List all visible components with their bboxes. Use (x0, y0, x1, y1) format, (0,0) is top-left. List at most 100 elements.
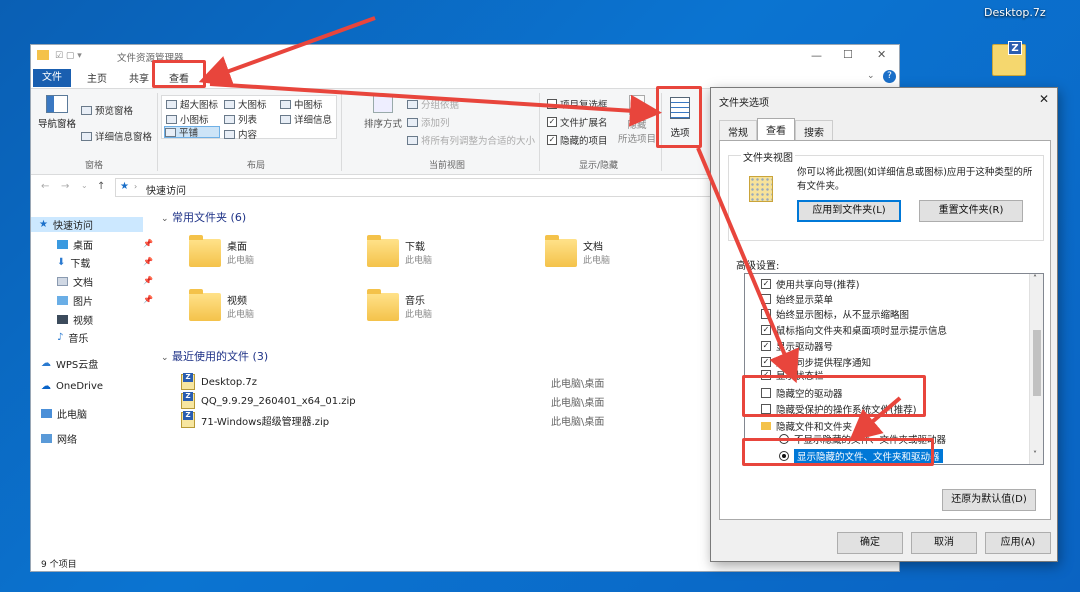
pane-group-label: 窗格 (85, 161, 104, 171)
advanced-settings-list[interactable]: ✓ 使用共享向导(推荐) 始终显示菜单 始终显示图标，从不显示缩略图 ✓ 鼠标指向文… (744, 273, 1044, 465)
archive-icon (181, 392, 195, 409)
chevron-down-icon: ⌄ (161, 214, 169, 224)
nav-documents[interactable]: 文档 (57, 274, 93, 289)
ribbon-separator (157, 93, 158, 171)
folder-tile-music[interactable]: 音乐 此电脑 (367, 289, 527, 329)
apply-button[interactable]: 应用(A) (985, 532, 1051, 554)
help-icon[interactable]: ? (883, 70, 896, 83)
sort-by-button[interactable]: 排序方式 (361, 95, 405, 139)
pin-icon: 📌 (143, 239, 153, 248)
tab-share[interactable]: 共享 (129, 70, 149, 85)
folder-icon (367, 289, 399, 321)
folder-tile-desktop[interactable]: 桌面 此电脑 (189, 235, 349, 275)
recent-files-header[interactable]: ⌄ 最近使用的文件 (3) (161, 348, 268, 364)
item-checkboxes-toggle[interactable]: 项目复选框 (547, 97, 608, 111)
up-icon[interactable]: ↑ (97, 181, 105, 192)
maximize-icon[interactable]: ☐ (843, 48, 853, 61)
network-icon (41, 434, 52, 443)
minimize-icon[interactable]: — (811, 49, 822, 62)
tab-search[interactable]: 搜索 (795, 120, 833, 140)
setting-row[interactable]: 始终显示菜单 (761, 291, 1041, 306)
layout-small-icons[interactable]: 小图标 (166, 112, 209, 126)
quick-access-toolbar[interactable]: ☑ ▢ ▾ (55, 51, 82, 61)
hide-selected-button[interactable]: 隐藏 所选项目 (615, 95, 659, 145)
star-icon: ★ (120, 181, 129, 192)
nav-videos[interactable]: 视频 (57, 312, 93, 327)
nav-pictures[interactable]: 图片 (57, 293, 93, 308)
pin-icon: 📌 (143, 257, 153, 266)
cancel-button[interactable]: 取消 (911, 532, 977, 554)
details-pane-button[interactable]: 详细信息窗格 (81, 129, 152, 143)
frequent-folders-header[interactable]: ⌄ 常用文件夹 (6) (161, 209, 246, 225)
archive-icon (181, 373, 195, 390)
nav-desktop[interactable]: 桌面 (57, 237, 93, 252)
scroll-thumb[interactable] (1033, 330, 1041, 396)
setting-row[interactable]: ✓ 显示同步提供程序通知 (761, 354, 1041, 369)
breadcrumb: 快速访问 (146, 186, 186, 197)
setting-row[interactable]: 始终显示图标，从不显示缩略图 (761, 306, 1041, 321)
tab-general[interactable]: 常规 (719, 120, 757, 140)
setting-row[interactable]: ✓ 显示驱动器号 (761, 338, 1041, 353)
layout-large-icons[interactable]: 大图标 (224, 97, 267, 111)
nav-quick-access[interactable]: ★ 快速访问 (31, 217, 143, 232)
nav-this-pc[interactable]: 此电脑 (41, 406, 87, 421)
tab-view[interactable]: 查看 (757, 118, 795, 140)
forward-icon[interactable]: → (61, 181, 69, 192)
tab-file[interactable]: 文件 (33, 69, 71, 87)
hide-icon (629, 95, 645, 115)
nav-pane-button[interactable]: 导航窗格 (37, 95, 77, 139)
folder-view-groupbox: 文件夹视图 你可以将此视图(如详细信息或图标)应用于这种类型的所有文件夹。 应用… (728, 149, 1044, 241)
apply-to-folders-button[interactable]: 应用到文件夹(L) (797, 200, 901, 222)
fit-columns-button[interactable]: 将所有列调整为合适的大小 (407, 133, 535, 147)
back-icon[interactable]: ← (41, 181, 49, 192)
nav-network[interactable]: 网络 (41, 431, 77, 446)
ok-button[interactable]: 确定 (837, 532, 903, 554)
layout-details[interactable]: 详细信息 (280, 112, 332, 126)
folder-view-description: 你可以将此视图(如详细信息或图标)应用于这种类型的所有文件夹。 (797, 167, 1033, 192)
hidden-items-toggle[interactable]: ✓ 隐藏的项目 (547, 133, 608, 147)
layout-content[interactable]: 内容 (224, 127, 257, 141)
close-icon[interactable]: ✕ (877, 48, 886, 61)
folder-tile-videos[interactable]: 视频 此电脑 (189, 289, 349, 329)
dialog-close-icon[interactable]: ✕ (1039, 92, 1049, 106)
checkbox-icon (547, 99, 557, 109)
group-by-button[interactable]: 分组依据 (407, 97, 459, 111)
settings-scrollbar[interactable]: ˄ ˅ (1029, 274, 1043, 464)
file-extensions-toggle[interactable]: ✓ 文件扩展名 (547, 115, 608, 129)
annotation-options-box (656, 86, 702, 148)
layout-list[interactable]: 列表 (224, 112, 257, 126)
nav-music[interactable]: ♪ 音乐 (57, 330, 88, 345)
preview-pane-icon (81, 105, 92, 115)
preview-pane-button[interactable]: 预览窗格 (81, 103, 133, 117)
music-icon: ♪ (57, 332, 64, 343)
folder-tile-downloads[interactable]: 下载 此电脑 (367, 235, 527, 275)
navigation-pane: ★ 快速访问 桌面 📌 ⬇ 下载 📌 文档 📌 图片 📌 视频 ♪ 音乐 ☁ WPS云盘… (31, 205, 156, 545)
address-input[interactable]: ★ › 快速访问 (115, 178, 715, 197)
nav-onedrive[interactable]: ☁ OneDrive (41, 381, 103, 392)
scroll-up-icon[interactable]: ˄ (1033, 274, 1037, 283)
showhide-group-label: 显示/隐藏 (579, 161, 619, 171)
breadcrumb-sep-icon: › (134, 182, 138, 191)
layout-medium-icons[interactable]: 中图标 (280, 97, 323, 111)
recent-locations-icon[interactable]: ⌄ (81, 181, 88, 190)
tab-home[interactable]: 主页 (87, 70, 107, 85)
nav-downloads[interactable]: ⬇ 下载 (57, 255, 90, 270)
setting-row[interactable]: ✓ 使用共享向导(推荐) (761, 276, 1041, 291)
expand-ribbon-icon[interactable]: ⌄ (867, 71, 875, 81)
cloud-icon: ☁ (41, 358, 51, 369)
layout-gallery: 超大图标 大图标 中图标 小图标 列表 详细信息 平铺 内容 (161, 95, 337, 141)
folder-icon (761, 421, 771, 430)
nav-wps-cloud[interactable]: ☁ WPS云盘 (41, 356, 98, 371)
folder-tile-documents[interactable]: 文档 此电脑 (545, 235, 705, 275)
desktop-file-label: Desktop.7z (984, 6, 1046, 19)
reset-folders-button[interactable]: 重置文件夹(R) (919, 200, 1023, 222)
add-column-button[interactable]: 添加列 (407, 115, 450, 129)
scroll-down-icon[interactable]: ˅ (1033, 450, 1037, 459)
download-icon: ⬇ (57, 257, 66, 268)
setting-row[interactable]: ✓ 鼠标指向文件夹和桌面项时显示提示信息 (761, 322, 1041, 337)
layout-tiles[interactable]: 平铺 (164, 126, 220, 139)
restore-defaults-button[interactable]: 还原为默认值(D) (942, 489, 1036, 511)
layout-xl-icons[interactable]: 超大图标 (166, 97, 218, 111)
dialog-title: 文件夹选项 (719, 98, 769, 109)
desktop-file-icon[interactable]: Z (992, 41, 1032, 80)
